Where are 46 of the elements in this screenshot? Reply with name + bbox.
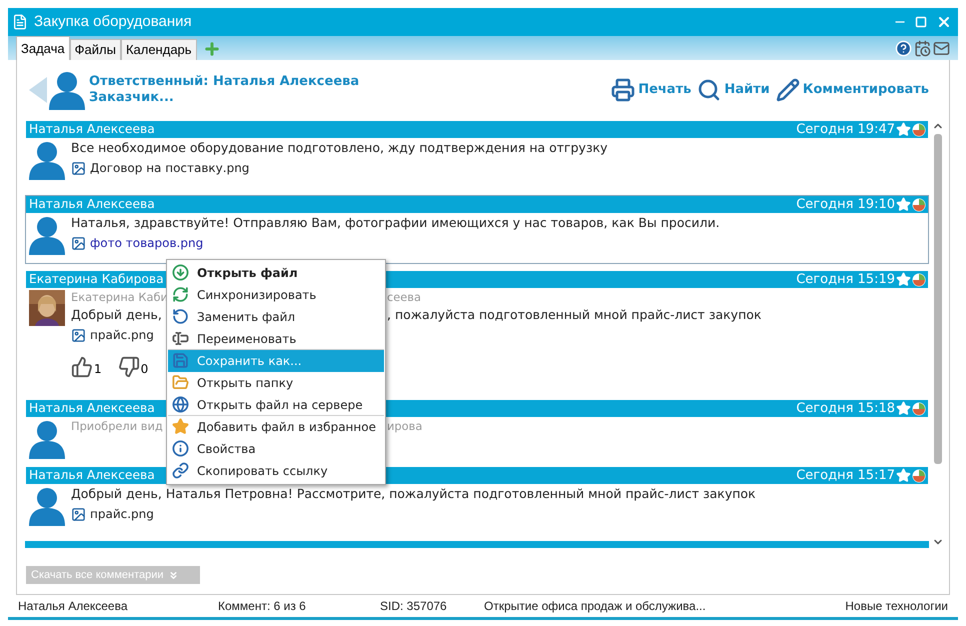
quoted-text: ирова <box>387 418 422 435</box>
toolbar-action[interactable]: Найти <box>697 78 770 102</box>
comment-time: Сегодня 19:10 <box>796 196 895 214</box>
like-count: 1 <box>94 361 102 378</box>
comment-text: Наталья, здравствуйте! Отправляю Вам, фотографии имеющихся у нас товаров, как Вы просили. <box>71 214 720 231</box>
menu-item[interactable]: Открыть файл <box>168 262 384 284</box>
tab[interactable]: Задача <box>16 36 70 60</box>
attachment-link[interactable]: прайс.png <box>90 327 154 344</box>
comment-text: Добрый день, <box>71 307 162 322</box>
menu-item[interactable]: Добавить файл в избранное <box>168 416 384 438</box>
author-name: Наталья Алексеева <box>29 196 155 214</box>
comment-text: , пожалуйста подготовленный мной прайс-лист закупок <box>387 306 762 323</box>
responsible-person: Ответственный: Наталья Алексеева <box>89 74 360 90</box>
status-text: Новые технологии <box>845 598 948 615</box>
menu-item[interactable]: Открыть папку <box>168 372 384 394</box>
status-text: Коммент: 6 из 6 <box>218 598 307 615</box>
comment-time: Сегодня 15:18 <box>796 400 895 418</box>
window-title: Закупка оборудования <box>34 12 193 32</box>
menu-item[interactable]: Свойства <box>168 438 384 460</box>
dislike-count: 0 <box>140 361 148 378</box>
menu-item[interactable]: Заменить файл <box>168 306 384 328</box>
attachment-link[interactable]: Договор на поставку.png <box>90 160 250 177</box>
quoted-text: сеева <box>387 289 421 306</box>
comment-time: Сегодня 15:19 <box>796 270 895 289</box>
attachment-link[interactable]: прайс.png <box>90 506 154 523</box>
toolbar-action[interactable]: Комментировать <box>776 78 929 102</box>
comment-text: Добрый день, Наталья Петровна! Рассмотрите, пожалуйста подготовленный мной прайс-лист закупок <box>71 485 756 502</box>
author-name: Наталья Алексеева <box>29 400 155 418</box>
comment-time: Сегодня 15:17 <box>796 466 895 485</box>
tab[interactable]: Файлы <box>70 39 121 60</box>
status-text: Открытие офиса продаж и обслужива... <box>484 598 707 615</box>
menu-item[interactable]: Скопировать ссылку <box>168 460 384 482</box>
author-name: Наталья Алексеева <box>29 467 155 484</box>
menu-item[interactable]: Синхронизировать <box>168 284 384 306</box>
status-text: Наталья Алексеева <box>18 598 129 615</box>
customer-label[interactable]: Заказчик... <box>89 90 360 106</box>
tab[interactable]: Календарь <box>120 39 197 60</box>
comment-text: Все необходимое оборудование подготовлено, жду подтверждения на отгрузку <box>71 139 608 156</box>
menu-item[interactable]: Открыть файл на сервере <box>168 394 384 416</box>
attachment-link[interactable]: фото товаров.png <box>90 235 204 252</box>
status-text: SID: 357076 <box>380 598 448 615</box>
author-name: Наталья Алексеева <box>29 121 155 138</box>
author-name: Екатерина Кабирова <box>29 271 164 288</box>
toolbar-action[interactable]: Печать <box>611 78 692 102</box>
quoted-text: Приобрели вид <box>71 419 163 433</box>
comment-time: Сегодня 19:47 <box>796 120 895 139</box>
